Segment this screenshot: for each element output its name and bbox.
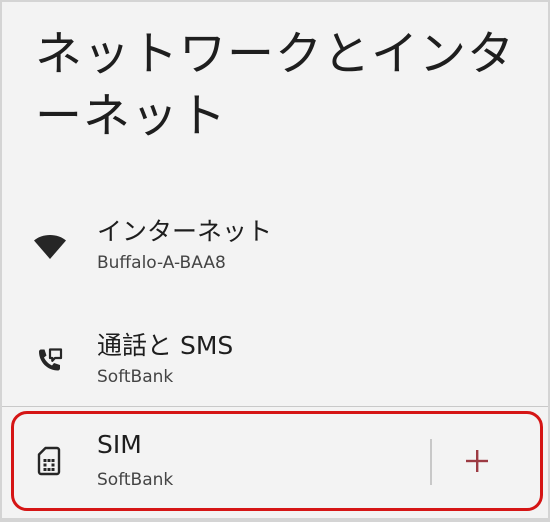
internet-label: インターネット bbox=[97, 217, 273, 246]
section-divider bbox=[2, 406, 548, 407]
sim-label: SIM bbox=[97, 430, 142, 459]
calls-sms-subtitle: SoftBank bbox=[97, 367, 174, 387]
wifi-icon bbox=[33, 230, 67, 264]
calls-sms-label: 通話と SMS bbox=[97, 331, 234, 360]
page-title: ネットワークとインターネット bbox=[35, 27, 515, 144]
settings-screen: ネットワークとインターネット インターネット Buffalo-A-BAA8 通話… bbox=[2, 2, 548, 518]
sim-card-icon bbox=[32, 444, 66, 478]
calls-sms-item[interactable]: 通話と SMS SoftBank bbox=[2, 318, 548, 414]
call-sms-icon bbox=[33, 344, 67, 378]
internet-subtitle: Buffalo-A-BAA8 bbox=[97, 253, 226, 273]
internet-item[interactable]: インターネット Buffalo-A-BAA8 bbox=[2, 204, 548, 300]
add-sim-button[interactable] bbox=[457, 442, 497, 482]
action-separator bbox=[430, 439, 432, 485]
sim-subtitle: SoftBank bbox=[97, 470, 174, 490]
add-icon bbox=[464, 448, 490, 477]
sim-item[interactable]: SIM SoftBank bbox=[2, 414, 548, 514]
